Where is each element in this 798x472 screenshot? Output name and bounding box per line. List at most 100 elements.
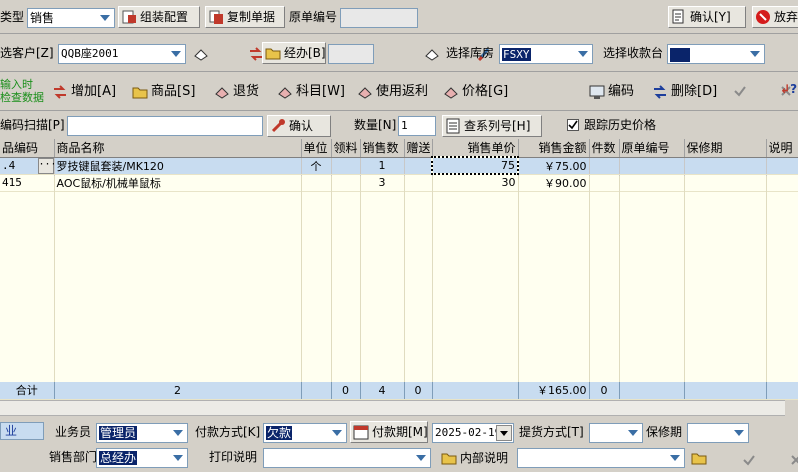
total-empty (684, 382, 767, 400)
chevron-down-icon[interactable] (170, 425, 186, 441)
internal-note-combo[interactable] (517, 448, 685, 468)
col-header[interactable]: 销售数 (360, 139, 405, 158)
table-header: 品编码 商品名称 单位 领料 销售数 赠送 销售单价 销售金额 件数 原单编号 … (0, 139, 798, 158)
col-header[interactable]: 件数 (589, 139, 620, 158)
eraser-icon[interactable] (424, 46, 440, 62)
cancel-icon (755, 9, 771, 25)
pay-method-value: 欠款 (266, 426, 293, 440)
history-checkbox[interactable] (567, 119, 579, 131)
folder-icon[interactable] (691, 450, 707, 466)
col-header[interactable]: 说明 (766, 139, 798, 158)
print-note-combo[interactable] (263, 448, 431, 468)
chevron-down-icon[interactable] (329, 425, 345, 441)
cell-amount[interactable]: ￥75.00 (518, 157, 590, 175)
scan-confirm-button[interactable]: 确认 (267, 115, 331, 137)
scan-field[interactable] (67, 116, 263, 136)
type-combo[interactable]: 销售 (27, 8, 115, 28)
col-header[interactable]: 销售金额 (518, 139, 590, 158)
total-empty (432, 382, 519, 400)
cell-name[interactable]: 罗技键鼠套装/MK120 (54, 157, 302, 175)
warehouse-combo[interactable]: FSXY (499, 44, 593, 64)
chevron-down-icon[interactable] (667, 450, 683, 466)
eraser-icon[interactable] (193, 46, 209, 62)
dept-combo[interactable]: 总经办 (96, 448, 188, 468)
goods-button[interactable]: 商品[S] (132, 82, 195, 102)
cashier-value (670, 47, 690, 62)
total-pieces: 0 (589, 382, 620, 400)
close-icon[interactable] (789, 453, 798, 469)
handler-button[interactable]: 经办[B] (262, 42, 326, 64)
confirm-button[interactable]: 确认[Y] (668, 6, 746, 28)
chevron-down-icon[interactable] (575, 46, 591, 62)
chevron-down-icon[interactable] (747, 46, 763, 62)
add-label: 增加[A] (71, 84, 117, 99)
chevron-down-icon[interactable] (625, 425, 641, 441)
chevron-down-icon[interactable] (168, 46, 184, 62)
warranty-combo[interactable] (687, 423, 749, 443)
folder-icon (265, 45, 281, 61)
customer-combo[interactable]: QQB座2001 (58, 44, 186, 64)
input-check-hint[interactable]: 输入时 检查数据 (0, 78, 44, 104)
dept-label: 销售部门 (49, 450, 98, 464)
orig-no-field[interactable] (340, 8, 418, 28)
price-label: 价格[G] (462, 84, 509, 99)
cell-unit[interactable]: 个 (301, 157, 332, 175)
col-header[interactable]: 单位 (301, 139, 332, 158)
salesman-combo[interactable]: 管理员 (96, 423, 188, 443)
chevron-down-icon[interactable] (496, 425, 512, 441)
serial-button[interactable]: 查系列号[H] (442, 115, 542, 137)
delivery-combo[interactable] (589, 423, 643, 443)
abandon-button[interactable]: 放弃 (752, 6, 798, 28)
chevron-down-icon[interactable] (170, 450, 186, 466)
add-button[interactable]: 增加[A] (52, 82, 116, 102)
check-icon[interactable] (742, 453, 758, 469)
subject-button[interactable]: 科目[W] (277, 82, 345, 102)
scan-confirm-label: 确认 (289, 119, 314, 133)
cell-code[interactable]: .4 ··· (0, 157, 55, 175)
rebate-button[interactable]: 使用返利 (357, 82, 428, 102)
table-row[interactable]: .4 ··· 罗技键鼠套装/MK120 个 1 75 ￥75.00 (0, 156, 798, 175)
pay-date-button[interactable]: 付款期[M] (350, 421, 428, 443)
cell-pick[interactable] (331, 157, 361, 175)
total-pick: 0 (331, 382, 361, 400)
internal-note-button[interactable]: 内部说明 (441, 448, 508, 468)
chevron-down-icon[interactable] (97, 10, 113, 26)
cell-pieces[interactable] (589, 157, 620, 175)
industry-tab[interactable]: 业 (0, 422, 44, 440)
code-button[interactable]: 编码 (589, 82, 634, 102)
customer-label: 选客户[Z] (0, 46, 54, 60)
more-button[interactable]: ··· (37, 157, 53, 173)
col-header[interactable]: 领料 (331, 139, 361, 158)
col-header[interactable]: 销售单价 (432, 139, 519, 158)
scan-label: 编码扫描[P] (0, 118, 65, 132)
horizontal-scrollbar[interactable] (0, 400, 785, 416)
chevron-down-icon[interactable] (731, 425, 747, 441)
pay-method-combo[interactable]: 欠款 (263, 423, 347, 443)
cell-price[interactable]: 75 (431, 156, 519, 175)
pay-date-picker[interactable]: 2025-02-19 (432, 423, 514, 443)
col-header[interactable]: 商品名称 (54, 139, 302, 158)
handler-field[interactable] (328, 44, 374, 64)
copy-doc-button[interactable]: 复制单据 (205, 6, 285, 28)
cell-gift[interactable] (404, 157, 433, 175)
cell-orig[interactable] (619, 157, 685, 175)
chevron-down-icon[interactable] (413, 450, 429, 466)
cell-note[interactable] (766, 157, 798, 175)
col-header[interactable]: 赠送 (404, 139, 433, 158)
price-button[interactable]: 价格[G] (443, 82, 508, 102)
check-icon[interactable] (733, 84, 749, 100)
cell-warranty[interactable] (684, 157, 767, 175)
qty-field[interactable]: 1 (398, 116, 436, 136)
help-icon[interactable]: ↲? (780, 82, 797, 96)
list-icon (445, 118, 461, 134)
assemble-button[interactable]: 组装配置 (118, 6, 200, 28)
cashier-combo[interactable] (667, 44, 765, 64)
cell-qty[interactable]: 1 (360, 157, 405, 175)
col-header[interactable]: 保修期 (684, 139, 767, 158)
delete-button[interactable]: 删除[D] (652, 82, 717, 102)
col-header[interactable]: 品编码 (0, 139, 55, 158)
calendar-icon (353, 424, 369, 440)
return-button[interactable]: 退货 (214, 82, 259, 102)
assemble-icon (121, 9, 137, 25)
col-header[interactable]: 原单编号 (619, 139, 685, 158)
